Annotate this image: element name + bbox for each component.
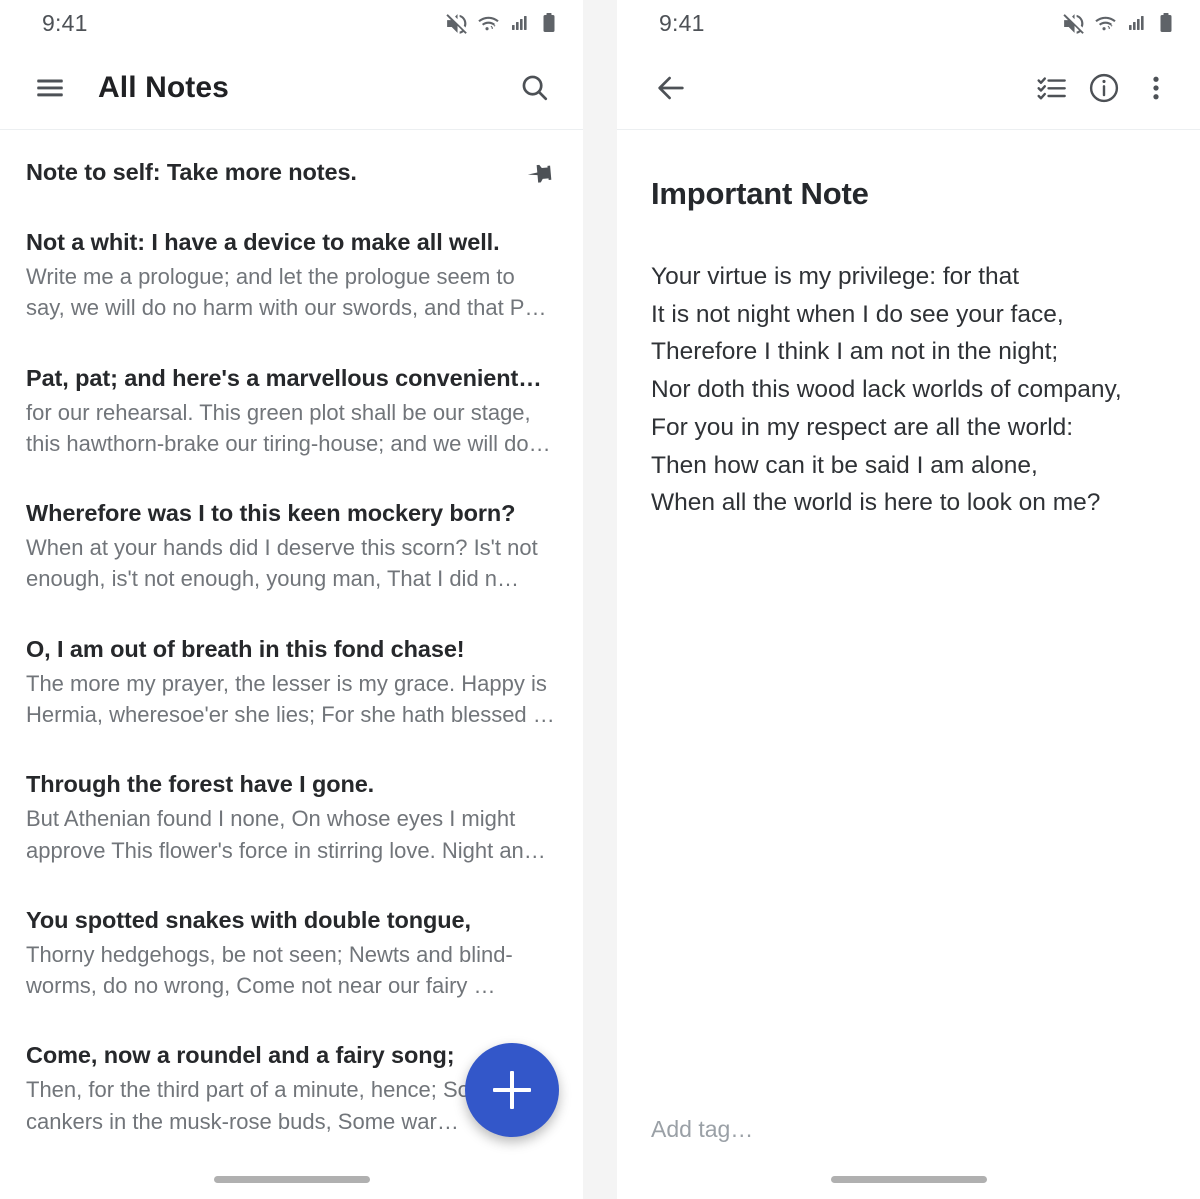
note-item-title: Note to self: Take more notes. — [26, 159, 357, 185]
hamburger-menu-icon[interactable] — [24, 62, 76, 114]
add-tag-input[interactable]: Add tag… — [651, 1116, 753, 1143]
cellular-signal-icon — [508, 11, 532, 35]
note-list-item[interactable]: Note to self: Take more notes. — [0, 138, 583, 208]
note-detail-body: Important Note Your virtue is my privile… — [617, 130, 1200, 1198]
note-list-item[interactable]: O, I am out of breath in this fond chase… — [0, 615, 583, 751]
note-title[interactable]: Important Note — [651, 176, 1166, 212]
more-vertical-icon[interactable] — [1130, 62, 1182, 114]
note-list-item[interactable]: You spotted snakes with double tongue, Th… — [0, 886, 583, 1022]
note-item-snippet: Write me a prologue; and let the prologu… — [26, 264, 547, 321]
note-item-header-row: You spotted snakes with double tongue, — [26, 905, 557, 935]
note-item-header-row: Pat, pat; and here's a marvellous conven… — [26, 363, 557, 393]
battery-icon — [539, 11, 559, 35]
note-item-title: Through the forest have I gone. — [26, 771, 375, 798]
note-content[interactable]: Your virtue is my privilege: for that It… — [651, 258, 1166, 522]
wifi-icon — [1093, 11, 1118, 36]
note-item-title: Pat, pat; and here's a marvellous conven… — [26, 364, 542, 391]
home-indicator-left[interactable] — [213, 1176, 370, 1183]
note-item-header-row: Not a whit: I have a device to make all … — [26, 227, 557, 257]
battery-icon — [1156, 11, 1176, 35]
note-item-header-row: O, I am out of breath in this fond chase… — [26, 634, 557, 664]
note-item-snippet: Thorny hedgehogs, be not seen; Newts and… — [26, 941, 513, 999]
note-detail-screen: 9:41 Important Note Your virtue is my pr… — [617, 0, 1200, 1199]
page-title: All Notes — [98, 70, 229, 104]
note-item-header-row: Through the forest have I gone. — [26, 769, 557, 799]
note-item-title: O, I am out of breath in this fond chase… — [26, 635, 465, 662]
checklist-icon[interactable] — [1026, 62, 1078, 114]
note-item-header-row: Note to self: Take more notes. — [26, 157, 557, 188]
note-item-title: Not a whit: I have a device to make all … — [26, 229, 500, 255]
note-item-snippet: But Athenian found I none, On whose eyes… — [26, 806, 546, 863]
note-item-snippet: for our rehearsal. This green plot shall… — [26, 399, 551, 456]
note-item-snippet: When at your hands did I deserve this sc… — [26, 535, 538, 592]
add-note-fab[interactable] — [465, 1043, 559, 1137]
status-bar-left: 9:41 — [0, 0, 583, 46]
note-list-item[interactable]: Pat, pat; and here's a marvellous conven… — [0, 344, 583, 480]
cellular-signal-icon — [1125, 11, 1149, 35]
status-bar-right: 9:41 — [617, 0, 1200, 46]
notes-list[interactable]: Note to self: Take more notes. Not a whit… — [0, 130, 583, 1198]
status-bar-icons-right — [1061, 11, 1176, 36]
note-item-snippet: The more my prayer, the lesser is my gra… — [26, 670, 555, 727]
info-circle-icon[interactable] — [1078, 62, 1130, 114]
note-list-item[interactable]: Not a whit: I have a device to make all … — [0, 208, 583, 344]
pin-icon[interactable] — [523, 158, 557, 188]
search-icon[interactable] — [509, 62, 561, 114]
home-indicator-right[interactable] — [830, 1176, 987, 1183]
status-bar-time: 9:41 — [42, 9, 88, 36]
notes-list-screen: 9:41 All Notes Note to self: Take more n… — [0, 0, 583, 1199]
volume-mute-icon — [1061, 11, 1086, 36]
note-list-item[interactable]: Wherefore was I to this keen mockery bor… — [0, 479, 583, 615]
notes-list-appbar: All Notes — [0, 46, 583, 130]
panel-divider — [583, 0, 617, 1199]
note-item-title: Wherefore was I to this keen mockery bor… — [26, 500, 516, 527]
volume-mute-icon — [444, 11, 469, 36]
status-bar-icons — [444, 11, 559, 36]
dual-screenshot-container: 9:41 All Notes Note to self: Take more n… — [0, 0, 1200, 1199]
back-arrow-icon[interactable] — [645, 62, 697, 114]
note-item-title: You spotted snakes with double tongue, — [26, 906, 471, 933]
note-item-header-row: Wherefore was I to this keen mockery bor… — [26, 498, 557, 528]
note-detail-appbar — [617, 46, 1200, 130]
note-list-item[interactable]: Through the forest have I gone. But Athen… — [0, 750, 583, 886]
wifi-icon — [476, 11, 501, 36]
status-bar-time-right: 9:41 — [659, 9, 705, 36]
